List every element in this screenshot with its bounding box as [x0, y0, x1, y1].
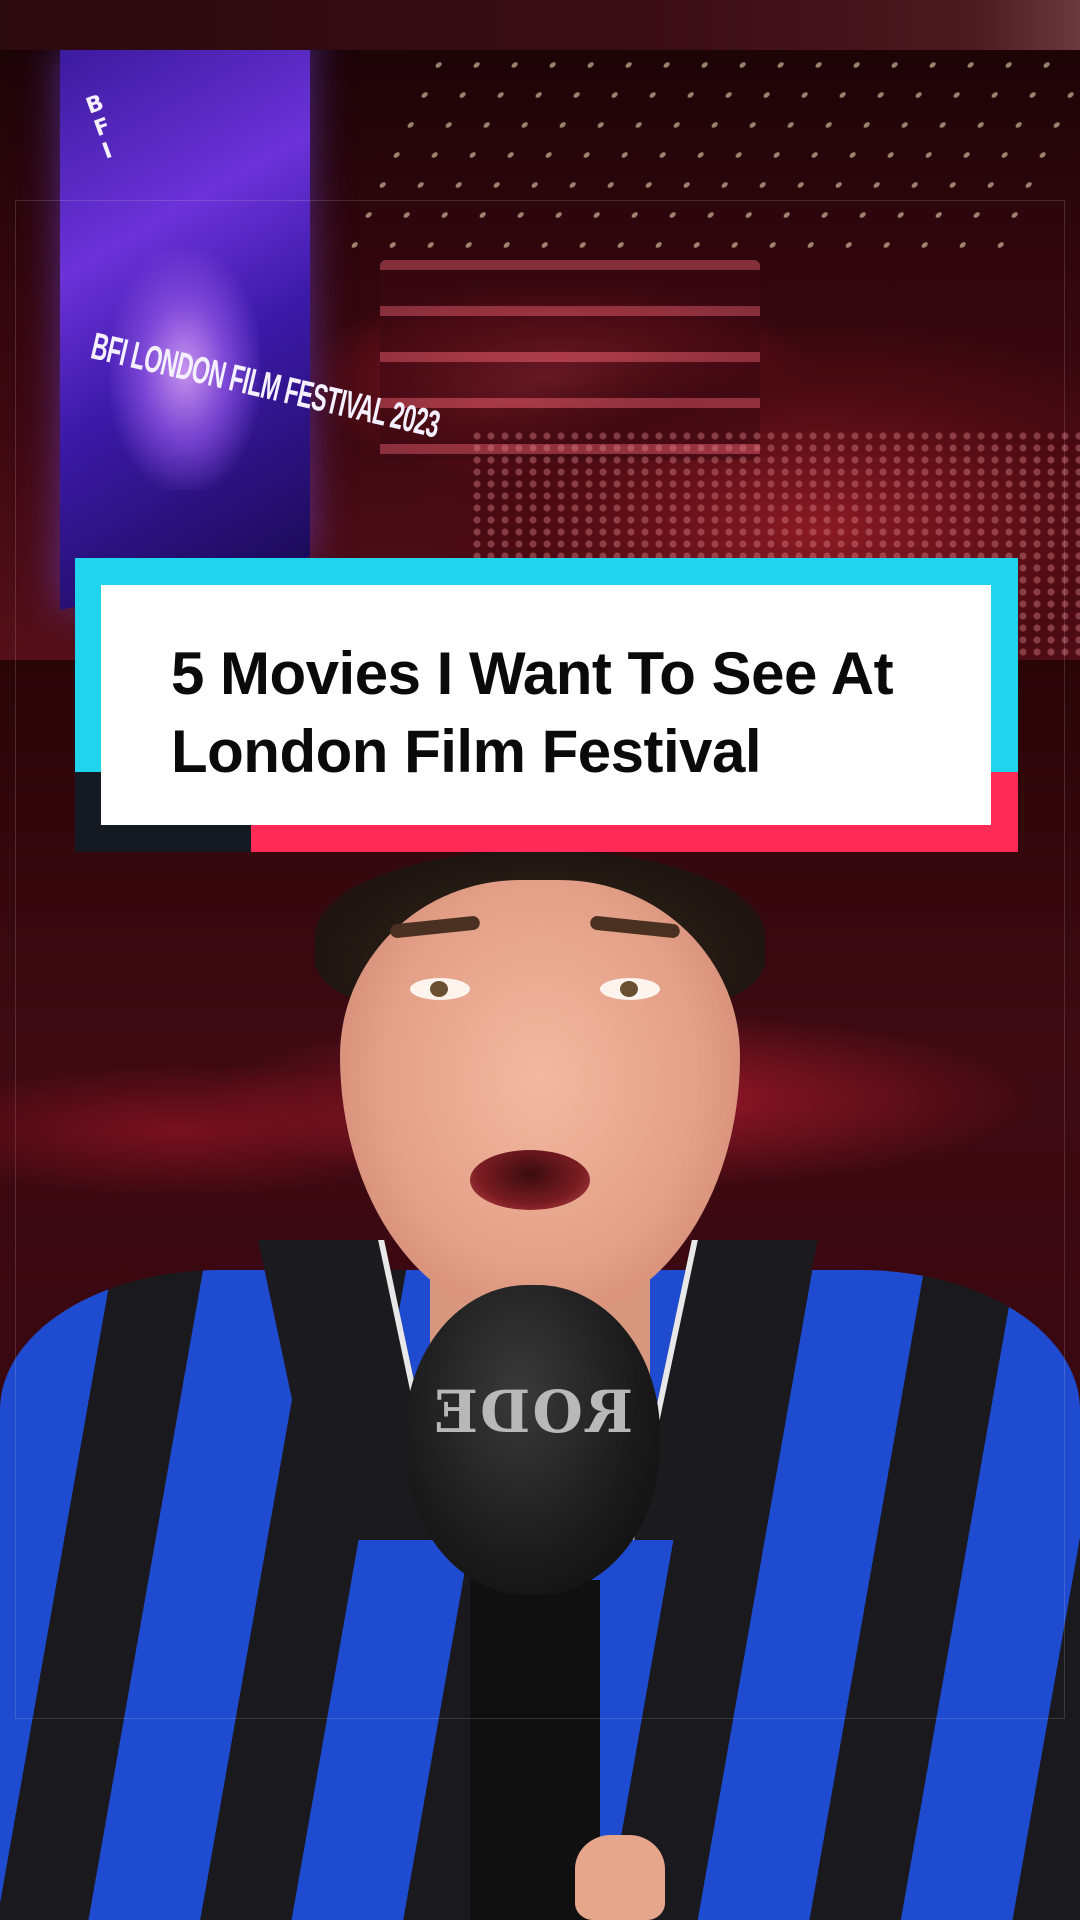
mouth: [470, 1150, 590, 1210]
title-card: 5 Movies I Want To See At London Film Fe…: [75, 558, 1018, 852]
eye-right: [600, 978, 660, 1000]
title-card-panel: 5 Movies I Want To See At London Film Fe…: [101, 585, 991, 825]
eye-left: [410, 978, 470, 1000]
hand: [575, 1835, 665, 1920]
top-bar: [0, 0, 1080, 50]
video-title: 5 Movies I Want To See At London Film Fe…: [171, 640, 894, 785]
video-frame: B F I BFI LONDON FILM FESTIVAL 2023 RODE…: [0, 0, 1080, 1920]
ceiling-lights: [333, 50, 1080, 250]
microphone-brand: RODE: [431, 1378, 634, 1446]
